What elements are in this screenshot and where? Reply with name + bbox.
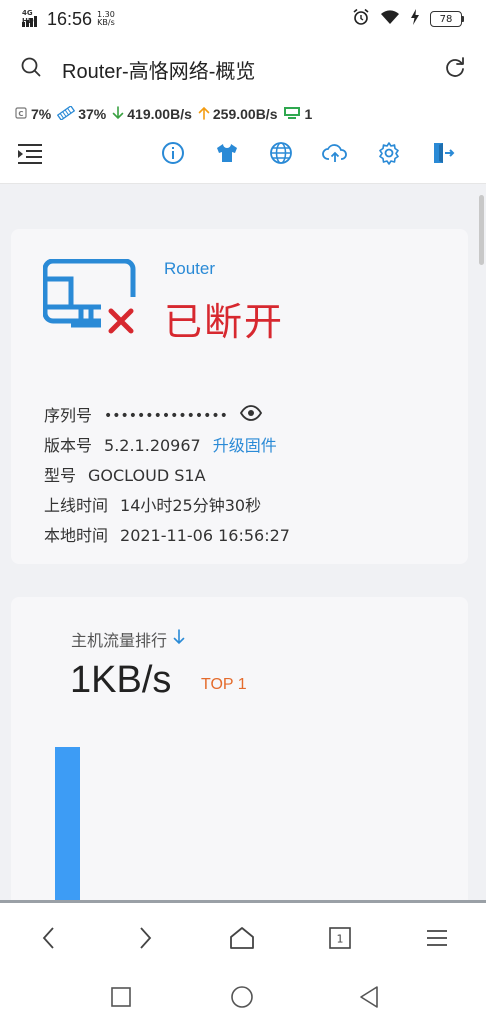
search-icon[interactable] xyxy=(20,56,42,82)
monitor-icon xyxy=(283,106,301,123)
tab-count: 1 xyxy=(337,933,344,946)
clock: 16:56 xyxy=(47,8,93,29)
tabs-icon[interactable]: 1 xyxy=(327,925,353,951)
menu-collapse-icon[interactable] xyxy=(16,142,44,170)
devices-stat: 1 xyxy=(283,106,312,123)
info-icon[interactable] xyxy=(160,140,186,166)
globe-icon[interactable] xyxy=(268,140,294,166)
main-content: Router 已断开 序列号 ••••••••••••••• 版本号 5.2.1… xyxy=(0,185,486,900)
localtime-value: 2021-11-06 16:56:27 xyxy=(120,526,290,545)
version-value: 5.2.1.20967 xyxy=(104,436,201,455)
battery-indicator: 78 xyxy=(430,11,464,27)
localtime-label: 本地时间 xyxy=(44,526,109,545)
browser-bottom-nav: 1 xyxy=(0,900,486,970)
recents-icon[interactable] xyxy=(108,984,134,1010)
download-stat: 419.00B/s xyxy=(112,105,192,123)
router-disconnected-icon xyxy=(42,258,139,343)
version-row: 版本号 5.2.1.20967 升级固件 xyxy=(44,431,290,461)
uptime-value: 14小时25分钟30秒 xyxy=(120,496,262,515)
back-icon[interactable] xyxy=(36,925,62,951)
router-toolbar xyxy=(0,128,486,184)
refresh-icon[interactable] xyxy=(444,56,466,82)
upload-stat: 259.00B/s xyxy=(198,106,277,123)
router-stats-bar: C 7% 37% 419.00B/s 259.00B/s 1 xyxy=(0,100,486,128)
traffic-bar xyxy=(55,747,80,900)
menu-icon[interactable] xyxy=(424,925,450,951)
serial-value: ••••••••••••••• xyxy=(104,408,228,424)
traffic-value: 1KB/s xyxy=(70,659,172,701)
arrow-up-icon xyxy=(198,106,210,123)
uptime-row: 上线时间 14小时25分钟30秒 xyxy=(44,491,290,521)
cpu-icon: C xyxy=(14,106,28,123)
settings-gear-icon[interactable] xyxy=(376,140,402,166)
connection-status: 已断开 xyxy=(164,300,285,344)
model-value: GOCLOUD S1A xyxy=(88,466,206,485)
version-label: 版本号 xyxy=(44,436,93,455)
router-details: 序列号 ••••••••••••••• 版本号 5.2.1.20967 升级固件… xyxy=(44,401,290,551)
model-label: 型号 xyxy=(44,466,77,485)
signal-icon: 4G HD xyxy=(22,9,42,27)
model-row: 型号 GOCLOUD S1A xyxy=(44,461,290,491)
serial-label: 序列号 xyxy=(44,406,93,425)
sort-down-icon[interactable] xyxy=(173,629,185,649)
page-title[interactable]: Router-高恪网络-概览 xyxy=(62,55,255,84)
back-triangle-icon[interactable] xyxy=(356,984,382,1010)
localtime-row: 本地时间 2021-11-06 16:56:27 xyxy=(44,521,290,551)
traffic-rank-title[interactable]: 主机流量排行 xyxy=(71,627,185,651)
logout-icon[interactable] xyxy=(430,140,456,166)
arrow-down-icon xyxy=(112,105,124,123)
svg-text:C: C xyxy=(18,110,23,118)
alarm-icon xyxy=(352,8,370,30)
uptime-label: 上线时间 xyxy=(44,496,109,515)
eye-icon[interactable] xyxy=(239,401,262,431)
system-nav-bar xyxy=(0,970,486,1024)
cloud-upload-icon[interactable] xyxy=(322,140,348,166)
memory-stat: 37% xyxy=(57,104,106,123)
cpu-stat: C 7% xyxy=(14,106,51,123)
home-circle-icon[interactable] xyxy=(229,984,255,1010)
forward-icon[interactable] xyxy=(132,925,158,951)
upgrade-firmware-link[interactable]: 升级固件 xyxy=(213,431,277,461)
serial-row: 序列号 ••••••••••••••• xyxy=(44,401,290,431)
memory-icon xyxy=(57,104,76,123)
browser-address-bar[interactable]: Router-高恪网络-概览 xyxy=(0,38,486,100)
router-info-card: Router 已断开 序列号 ••••••••••••••• 版本号 5.2.1… xyxy=(11,229,468,564)
router-brand: Router xyxy=(164,259,216,278)
home-icon[interactable] xyxy=(229,925,255,951)
theme-shirt-icon[interactable] xyxy=(214,140,240,166)
charging-icon xyxy=(410,9,420,29)
network-speed: 1.30 KB/s xyxy=(97,10,115,27)
host-traffic-card: 主机流量排行 1KB/s TOP 1 xyxy=(11,597,468,900)
scrollbar[interactable] xyxy=(479,195,484,265)
top-badge: TOP 1 xyxy=(201,676,247,693)
wifi-icon xyxy=(380,9,400,29)
system-status-bar: 4G HD 16:56 1.30 KB/s 78 xyxy=(0,0,486,38)
